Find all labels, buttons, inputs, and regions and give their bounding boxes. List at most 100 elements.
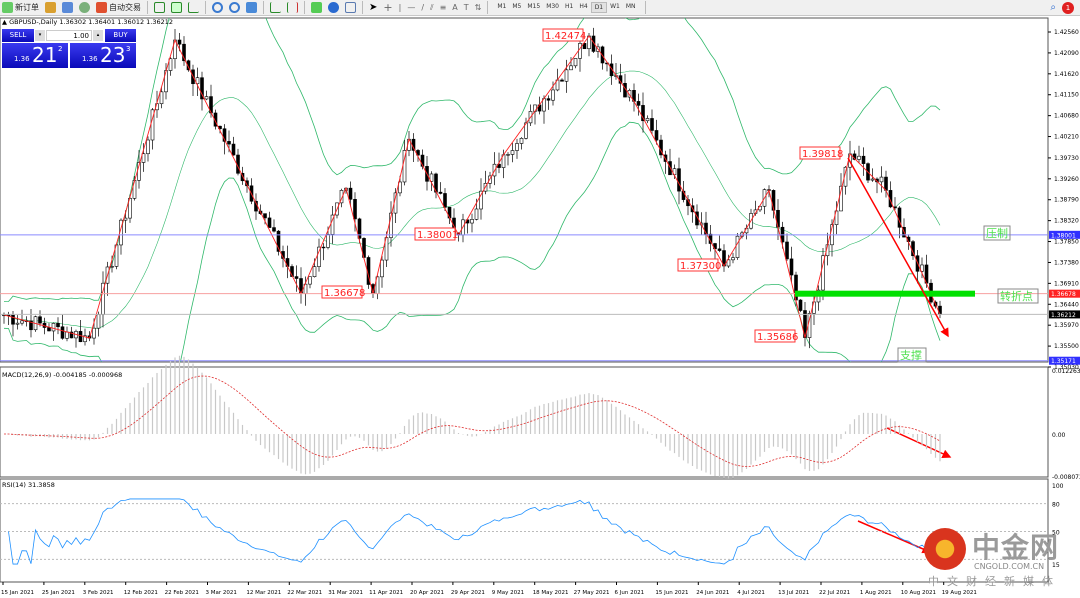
candle-body xyxy=(717,248,722,251)
volume-down-button[interactable]: ▾ xyxy=(35,30,45,41)
buy-button[interactable]: BUY xyxy=(105,29,136,42)
autoscroll-icon[interactable] xyxy=(270,2,281,13)
history-icon[interactable] xyxy=(45,2,56,13)
support-annotation: 支撑 xyxy=(900,348,922,362)
horizontal-line-icon[interactable]: — xyxy=(407,3,415,12)
timeframe-m5[interactable]: M5 xyxy=(509,2,524,13)
date-tick-label: 22 Jul 2021 xyxy=(819,590,850,596)
date-tick-label: 3 Mar 2021 xyxy=(206,590,237,596)
zoom-out-icon[interactable] xyxy=(229,2,240,13)
channel-icon[interactable]: ⫽ xyxy=(430,3,434,13)
candle-body xyxy=(132,180,137,199)
ohlc: 1.36302 1.36401 1.36012 1.36212 xyxy=(59,18,174,26)
bar-chart-icon[interactable] xyxy=(154,2,165,13)
price-tick-label: 1.40210 xyxy=(1054,134,1079,141)
candle-body xyxy=(911,241,915,257)
new-order-button[interactable]: 新订单 xyxy=(2,1,39,15)
crosshair-icon[interactable]: + xyxy=(383,1,392,14)
timeframe-h4[interactable]: H4 xyxy=(576,2,590,13)
candle-chart-icon[interactable] xyxy=(171,2,182,13)
macd-tick-label: -0.008073 xyxy=(1052,474,1080,481)
candle-body xyxy=(731,257,735,261)
candle-body xyxy=(11,314,15,325)
date-tick-label: 20 Apr 2021 xyxy=(410,590,444,596)
macd-tick-label: 0.012263 xyxy=(1052,368,1080,375)
macd-title: MACD(12,26,9) -0.004185 -0.000968 xyxy=(2,371,123,379)
auto-trading-button[interactable]: 自动交易 xyxy=(96,1,141,15)
candle-body xyxy=(20,320,24,324)
candle-body xyxy=(96,314,101,329)
date-tick-label: 29 Apr 2021 xyxy=(451,590,485,596)
fibonacci-icon[interactable]: ≡ xyxy=(440,3,447,12)
candle-body xyxy=(110,266,114,268)
candle-body xyxy=(510,150,515,155)
vertical-line-icon[interactable]: | xyxy=(399,3,402,12)
watermark-logo: 中金网 CNGOLD.COM.CN 中文财经新媒体 xyxy=(922,526,1072,588)
logo-icon xyxy=(924,528,966,570)
candle-body xyxy=(47,327,51,332)
buy-price-sup: 3 xyxy=(126,45,131,53)
candle-body xyxy=(65,331,69,339)
timeframe-m1[interactable]: M1 xyxy=(494,2,509,13)
sell-price-prefix: 1.36 xyxy=(14,55,30,63)
rsi-title: RSI(14) 31.3858 xyxy=(2,481,55,489)
price-tick-label: 1.39260 xyxy=(1054,176,1079,183)
buy-price[interactable]: 1.36 23 3 xyxy=(70,43,136,68)
terminal-icon[interactable] xyxy=(62,2,73,13)
text-icon[interactable]: A xyxy=(452,3,457,12)
date-tick-label: 15 Jun 2021 xyxy=(655,590,688,596)
timeframe-mn[interactable]: MN xyxy=(623,2,639,13)
timeframe-h1[interactable]: H1 xyxy=(562,2,576,13)
candle-body xyxy=(654,130,659,141)
templates-icon[interactable] xyxy=(345,2,356,13)
candle-body xyxy=(294,276,299,279)
one-click-trading-panel: SELL ▾ 1.00 ▴ BUY 1.36 21 2 1.36 23 3 xyxy=(2,29,136,68)
timeframe-m30[interactable]: M30 xyxy=(543,2,562,13)
label-icon[interactable]: T xyxy=(464,3,469,12)
candle-body xyxy=(785,241,789,260)
timeframe-m15[interactable]: M15 xyxy=(524,2,543,13)
candle-body xyxy=(938,305,942,315)
timeframe-d1[interactable]: D1 xyxy=(590,2,608,13)
arrows-icon[interactable]: ⇅ xyxy=(475,3,482,12)
candle-body xyxy=(353,199,357,220)
periods-icon[interactable] xyxy=(328,2,339,13)
indicators-icon[interactable] xyxy=(311,2,322,13)
candle-body xyxy=(879,176,884,183)
candle-body xyxy=(204,96,209,100)
rsi-tick-label: 80 xyxy=(1052,502,1060,509)
date-tick-label: 15 Jan 2021 xyxy=(1,590,34,596)
pivot-label: 1.42474 xyxy=(545,31,586,42)
chart-shift-icon[interactable] xyxy=(287,2,298,13)
pivot-label: 1.39818 xyxy=(802,149,843,160)
cursor-icon[interactable]: ➤ xyxy=(369,2,377,13)
trendline-icon[interactable]: / xyxy=(421,3,424,12)
price-tick-label: 1.41620 xyxy=(1054,71,1079,78)
price-chart[interactable]: 1.42560 1.42090 1.41620 1.41150 1.40680 1.402… xyxy=(0,16,1080,598)
date-tick-label: 3 Feb 2021 xyxy=(83,590,114,596)
price-tick-label: 1.40680 xyxy=(1054,113,1079,120)
zoom-in-icon[interactable] xyxy=(212,2,223,13)
price-tick-label: 1.39730 xyxy=(1054,155,1079,162)
candle-body xyxy=(884,176,888,191)
date-tick-label: 1 Aug 2021 xyxy=(860,590,892,596)
separator xyxy=(304,1,305,14)
timeframe-w1[interactable]: W1 xyxy=(607,2,623,13)
price-tick-label: 1.36910 xyxy=(1054,280,1079,287)
sell-price-big: 21 xyxy=(32,43,58,67)
turning-point-bar xyxy=(795,290,975,297)
tile-windows-icon[interactable] xyxy=(246,2,257,13)
new-order-icon xyxy=(2,2,13,13)
candle-body xyxy=(272,227,276,232)
line-chart-icon[interactable] xyxy=(188,2,199,13)
globe-icon[interactable] xyxy=(79,2,90,13)
separator xyxy=(487,1,489,14)
notification-badge[interactable]: 1 xyxy=(1062,1,1074,14)
candle-body xyxy=(789,258,794,276)
candle-body xyxy=(312,266,317,278)
sell-price[interactable]: 1.36 21 2 xyxy=(2,43,68,68)
sell-button[interactable]: SELL xyxy=(2,29,34,42)
volume-up-button[interactable]: ▴ xyxy=(93,30,103,41)
search-icon[interactable]: ⌕ xyxy=(1050,2,1056,13)
volume-input[interactable]: 1.00 xyxy=(46,30,92,41)
